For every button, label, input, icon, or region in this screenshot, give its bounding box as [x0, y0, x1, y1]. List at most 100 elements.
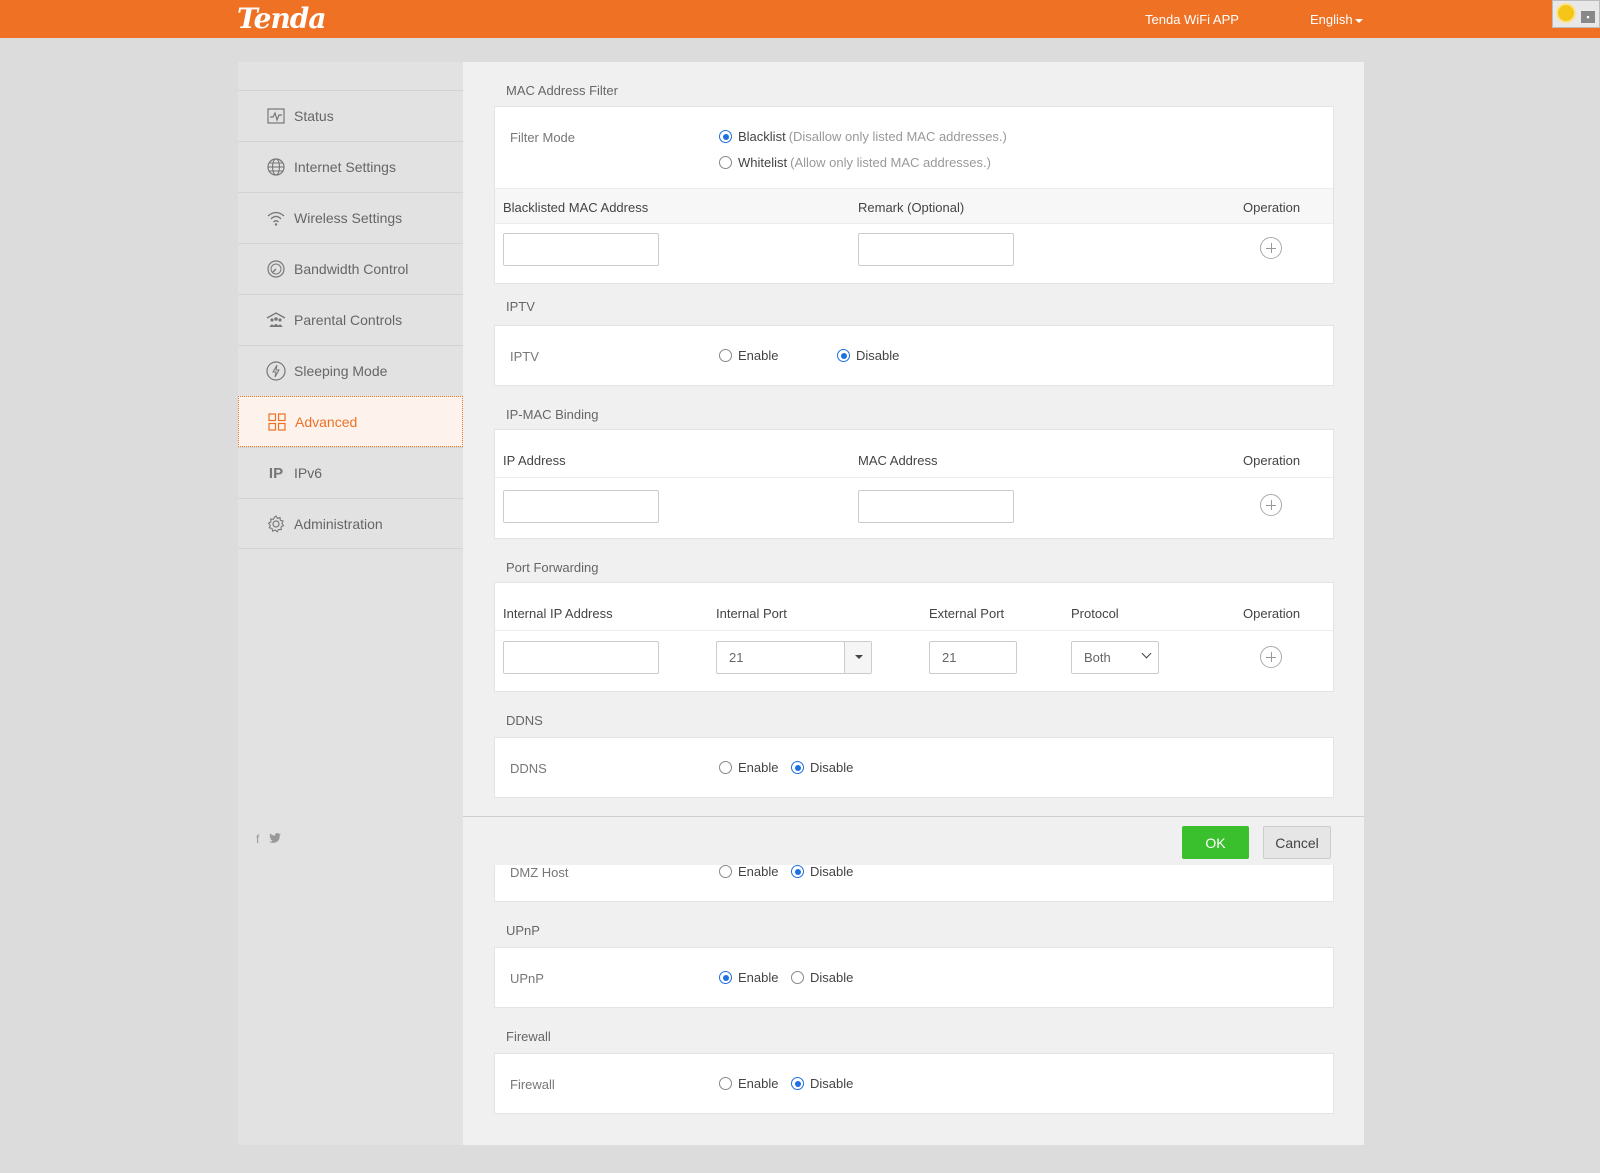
- radio-upnp-disable[interactable]: Disable: [791, 970, 853, 985]
- language-dropdown[interactable]: English: [1310, 12, 1363, 27]
- radio-ddns-enable[interactable]: Enable: [719, 760, 778, 775]
- disable-label: Disable: [810, 1076, 854, 1091]
- sidebar-item-label: Advanced: [295, 413, 358, 430]
- section-title-iptv: IPTV: [506, 299, 535, 314]
- firewall-card: Firewall Enable Disable: [494, 1053, 1334, 1114]
- iptv-card: IPTV Enable Disable: [494, 325, 1334, 386]
- col-ip-address: IP Address: [503, 453, 566, 468]
- sidebar-item-label: Bandwidth Control: [294, 261, 409, 277]
- radio-iptv-disable[interactable]: Disable: [837, 348, 899, 363]
- wifi-app-link[interactable]: Tenda WiFi APP: [1145, 12, 1239, 27]
- enable-label: Enable: [738, 1076, 779, 1091]
- enable-label: Enable: [738, 970, 779, 985]
- radio-ddns-disable[interactable]: Disable: [791, 760, 853, 775]
- radio-dot-selected: [719, 971, 732, 984]
- radio-upnp-enable[interactable]: Enable: [719, 970, 778, 985]
- enable-label: Enable: [738, 348, 779, 363]
- radio-firewall-enable[interactable]: Enable: [719, 1076, 778, 1091]
- whitelist-hint: (Allow only listed MAC addresses.): [790, 155, 991, 170]
- dmz-card: DMZ Host Enable Disable: [494, 864, 1334, 902]
- disable-label: Disable: [810, 760, 854, 775]
- radio-dmz-disable[interactable]: Disable: [791, 864, 853, 879]
- sidebar-item-ipv6[interactable]: IP IPv6: [238, 447, 463, 498]
- protocol-select[interactable]: Both: [1071, 641, 1159, 674]
- corner-widget[interactable]: ▪: [1552, 0, 1600, 28]
- twitter-icon[interactable]: [268, 832, 281, 846]
- radio-dot: [791, 971, 804, 984]
- col-external-port: External Port: [929, 606, 1005, 621]
- caret-down-icon: [1354, 18, 1363, 23]
- cancel-button[interactable]: Cancel: [1263, 826, 1331, 859]
- social-links: f: [256, 832, 281, 846]
- wifi-icon: [266, 208, 286, 228]
- internal-port-value: 21: [729, 650, 744, 665]
- radio-firewall-disable[interactable]: Disable: [791, 1076, 853, 1091]
- dmz-label: DMZ Host: [510, 865, 569, 880]
- filter-mode-label: Filter Mode: [510, 130, 576, 145]
- radio-iptv-enable[interactable]: Enable: [719, 348, 778, 363]
- sidebar-item-status[interactable]: Status: [238, 90, 463, 141]
- ip-mac-binding-card: IP Address MAC Address Operation: [494, 429, 1334, 539]
- col-operation: Operation: [1243, 606, 1301, 621]
- sidebar-item-advanced[interactable]: Advanced: [238, 396, 463, 447]
- radio-dmz-enable[interactable]: Enable: [719, 864, 778, 879]
- internal-ip-input[interactable]: [503, 641, 659, 674]
- iptv-label: IPTV: [510, 349, 539, 364]
- main-panel: MAC Address Filter Filter Mode Blacklist…: [463, 62, 1364, 1145]
- sidebar-item-administration[interactable]: Administration: [238, 498, 463, 549]
- col-remark: Remark (Optional): [858, 200, 965, 215]
- enable-label: Enable: [738, 864, 779, 879]
- radio-dot: [719, 156, 732, 169]
- radio-dot: [719, 1077, 732, 1090]
- radio-blacklist[interactable]: Blacklist (Disallow only listed MAC addr…: [719, 129, 1007, 144]
- gear-icon: [266, 514, 286, 534]
- add-mac-filter-icon[interactable]: [1260, 237, 1282, 259]
- family-icon: [266, 310, 286, 330]
- mac-filter-table-header: Blacklisted MAC Address Remark (Optional…: [495, 188, 1333, 224]
- sidebar-item-label: IPv6: [294, 465, 323, 481]
- sidebar-item-label: Sleeping Mode: [294, 363, 388, 379]
- ip-mac-table-header: IP Address MAC Address Operation: [495, 442, 1333, 478]
- tenda-logo[interactable]: Tenda: [237, 2, 327, 35]
- sidebar-item-parental-controls[interactable]: Parental Controls: [238, 294, 463, 345]
- external-port-value: 21: [942, 650, 957, 665]
- protocol-value: Both: [1084, 650, 1111, 665]
- section-title-ddns: DDNS: [506, 713, 543, 728]
- caret-down-icon[interactable]: [844, 642, 871, 673]
- port-forwarding-card: Internal IP Address Internal Port Extern…: [494, 582, 1334, 692]
- sun-icon: [1558, 5, 1574, 21]
- add-port-forwarding-icon[interactable]: [1260, 646, 1282, 668]
- col-protocol: Protocol: [1071, 606, 1119, 621]
- radio-dot: [719, 761, 732, 774]
- firewall-label: Firewall: [510, 1077, 555, 1092]
- blacklist-label: Blacklist: [738, 129, 786, 144]
- sidebar-item-bandwidth-control[interactable]: Bandwidth Control: [238, 243, 463, 294]
- sidebar-item-sleeping-mode[interactable]: Sleeping Mode: [238, 345, 463, 396]
- blacklist-mac-input[interactable]: [503, 233, 659, 266]
- ddns-card: DDNS Enable Disable: [494, 737, 1334, 798]
- radio-dot-selected: [719, 130, 732, 143]
- col-internal-port: Internal Port: [716, 606, 787, 621]
- remark-input[interactable]: [858, 233, 1014, 266]
- facebook-icon[interactable]: f: [256, 832, 259, 846]
- sidebar-item-wireless-settings[interactable]: Wireless Settings: [238, 192, 463, 243]
- grid-icon: [267, 412, 287, 432]
- gauge-icon: [266, 259, 286, 279]
- col-operation: Operation: [1243, 200, 1301, 215]
- external-port-input[interactable]: 21: [929, 641, 1017, 674]
- radio-whitelist[interactable]: Whitelist (Allow only listed MAC address…: [719, 155, 991, 170]
- mac-filter-card: Filter Mode Blacklist (Disallow only lis…: [494, 106, 1334, 284]
- sidebar-item-internet-settings[interactable]: Internet Settings: [238, 141, 463, 192]
- add-ip-mac-binding-icon[interactable]: [1260, 494, 1282, 516]
- sidebar: Status Internet Settings Wireless Settin…: [238, 62, 463, 1145]
- internal-port-combo[interactable]: 21: [716, 641, 872, 674]
- ip-address-input[interactable]: [503, 490, 659, 523]
- radio-dot: [719, 865, 732, 878]
- sidebar-item-label: Administration: [294, 515, 383, 532]
- enable-label: Enable: [738, 760, 779, 775]
- sidebar-item-label: Wireless Settings: [294, 210, 403, 226]
- ok-button[interactable]: OK: [1182, 826, 1249, 859]
- language-label: English: [1310, 12, 1353, 27]
- mac-address-input[interactable]: [858, 490, 1014, 523]
- sidebar-item-label: Status: [294, 108, 334, 124]
